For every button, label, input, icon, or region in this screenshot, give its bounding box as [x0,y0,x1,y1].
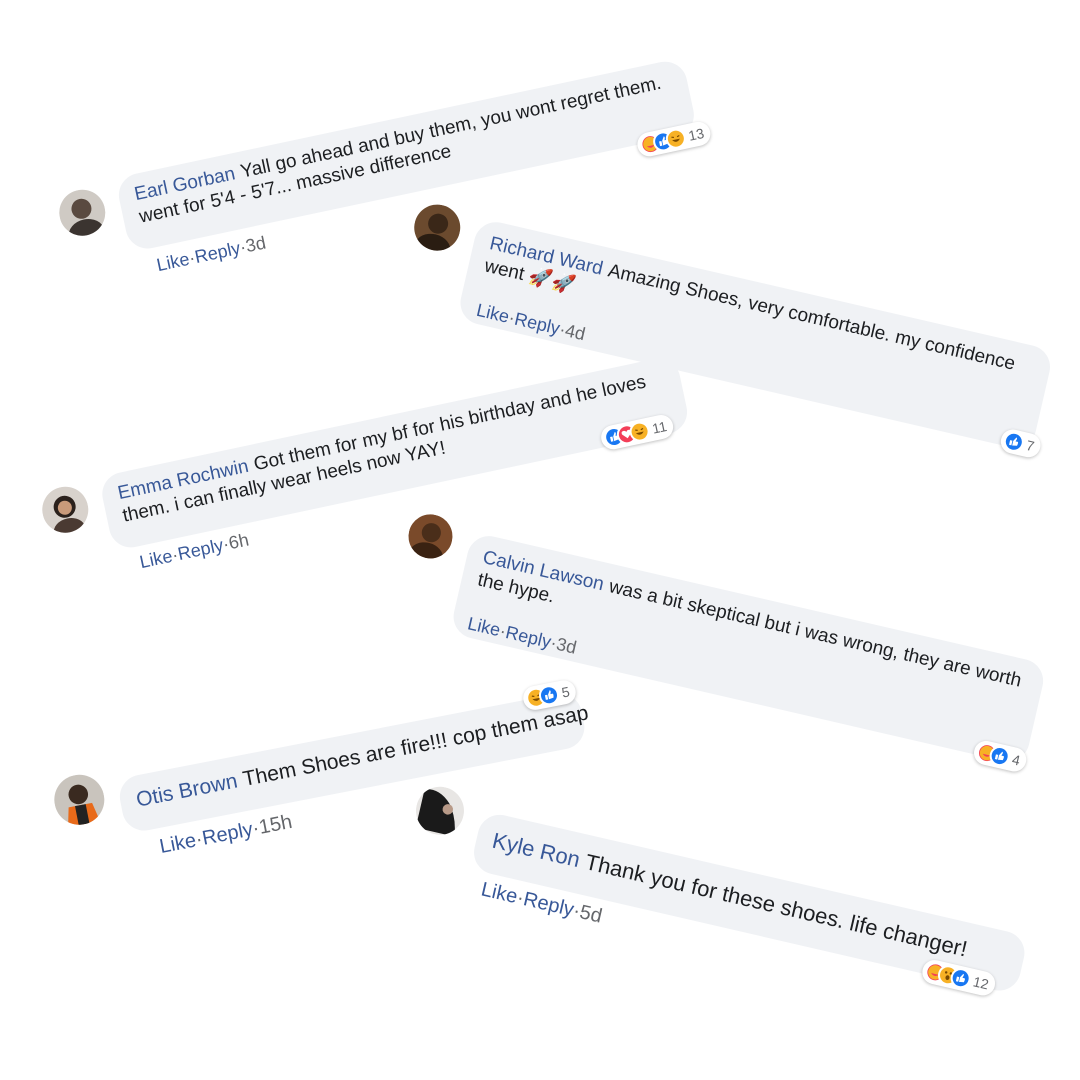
reaction-count: 13 [686,124,706,144]
comment-bubble: Otis BrownThem Shoes are fire!!! cop the… [116,689,591,835]
timestamp[interactable]: 5d [578,901,605,927]
comment-text: Got them for my bf for his birthday and … [120,371,648,527]
comment-bubble: Emma RochwinGot them for my bf for his b… [98,354,692,552]
reaction-count: 7 [1024,436,1036,455]
like-link[interactable]: Like [138,546,174,572]
reply-link[interactable]: Reply [193,238,242,267]
comment-text: was a bit skeptical but i was wrong, the… [475,569,1024,692]
reaction-count: 4 [1010,751,1022,769]
like-link[interactable]: Like [479,878,520,908]
comment-text: Thank you for these shoes. life changer! [582,849,970,962]
author-name[interactable]: Kyle Ron [490,828,583,872]
avatar[interactable] [55,185,110,240]
reaction-count: 11 [650,418,669,437]
reply-link[interactable]: Reply [521,888,576,921]
avatar[interactable] [50,770,109,830]
timestamp[interactable]: 6h [227,529,251,553]
avatar[interactable] [38,482,93,537]
reaction-count: 12 [971,973,991,993]
comment-text: Them Shoes are fire!!! cop them asap [240,701,591,791]
timestamp[interactable]: 3d [244,232,268,256]
reaction-count: 5 [560,683,571,701]
author-name[interactable]: Otis Brown [134,769,239,811]
reaction-summary[interactable]: 7 [998,427,1043,460]
avatar[interactable] [411,782,469,840]
timestamp[interactable]: 15h [257,811,294,839]
reply-link[interactable]: Reply [176,535,225,564]
reply-link[interactable]: Reply [200,818,254,849]
comment-text: Yall go ahead and buy them, you wont reg… [137,72,664,228]
like-link[interactable]: Like [155,249,191,275]
comment-bubble: Earl GorbanYall go ahead and buy them, y… [114,57,698,253]
like-link[interactable]: Like [158,829,198,858]
comment-text: Amazing Shoes, very comfortable. my conf… [482,255,1018,375]
avatar[interactable] [409,200,465,256]
avatar[interactable] [404,510,457,563]
like-reaction-icon [1001,429,1026,454]
